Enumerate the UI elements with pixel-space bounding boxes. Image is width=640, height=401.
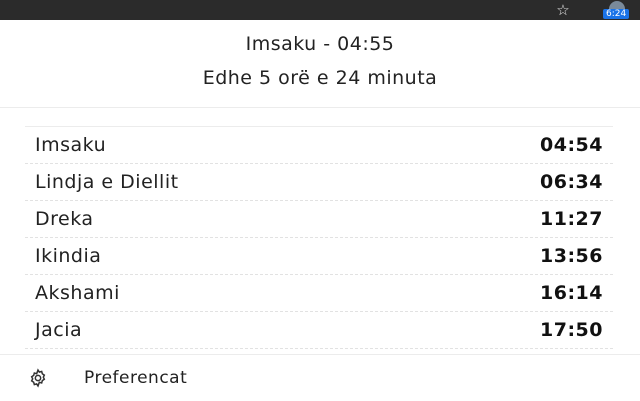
gear-icon	[30, 368, 46, 388]
prayer-name: Dreka	[35, 208, 94, 230]
prayer-row-lindja: Lindja e Diellit 06:34	[25, 164, 613, 201]
prayer-row-jacia: Jacia 17:50	[25, 312, 613, 349]
prayer-time: 11:27	[540, 208, 603, 230]
prayer-name: Lindja e Diellit	[35, 171, 179, 193]
prayer-time: 13:56	[540, 245, 603, 267]
prayer-name: Akshami	[35, 282, 120, 304]
browser-toolbar: ☆ 6:24	[0, 0, 640, 20]
prayer-times-popup: Imsaku - 04:55 Edhe 5 orë e 24 minuta Im…	[0, 20, 640, 401]
preferences-label: Preferencat	[84, 368, 188, 388]
prayer-time: 04:54	[540, 134, 603, 156]
prayer-row-akshami: Akshami 16:14	[25, 275, 613, 312]
prayer-time: 06:34	[540, 171, 603, 193]
star-icon[interactable]: ☆	[553, 0, 573, 20]
prayer-row-ikindia: Ikindia 13:56	[25, 238, 613, 275]
prayer-name: Ikindia	[35, 245, 102, 267]
countdown: Edhe 5 orë e 24 minuta	[202, 67, 438, 89]
extension-icon[interactable]: 6:24	[601, 1, 637, 20]
prayer-list: Imsaku 04:54 Lindja e Diellit 06:34 Drek…	[25, 126, 613, 349]
prayer-name: Imsaku	[35, 134, 107, 156]
prayer-time: 16:14	[540, 282, 603, 304]
header: Imsaku - 04:55 Edhe 5 orë e 24 minuta	[0, 20, 640, 108]
prayer-row-imsaku: Imsaku 04:54	[25, 126, 613, 164]
prayer-name: Jacia	[35, 319, 83, 341]
prayer-row-dreka: Dreka 11:27	[25, 201, 613, 238]
next-prayer: Imsaku - 04:55	[245, 33, 395, 55]
extension-badge: 6:24	[603, 9, 630, 19]
preferences-link[interactable]: Preferencat	[0, 354, 640, 401]
prayer-time: 17:50	[540, 319, 603, 341]
